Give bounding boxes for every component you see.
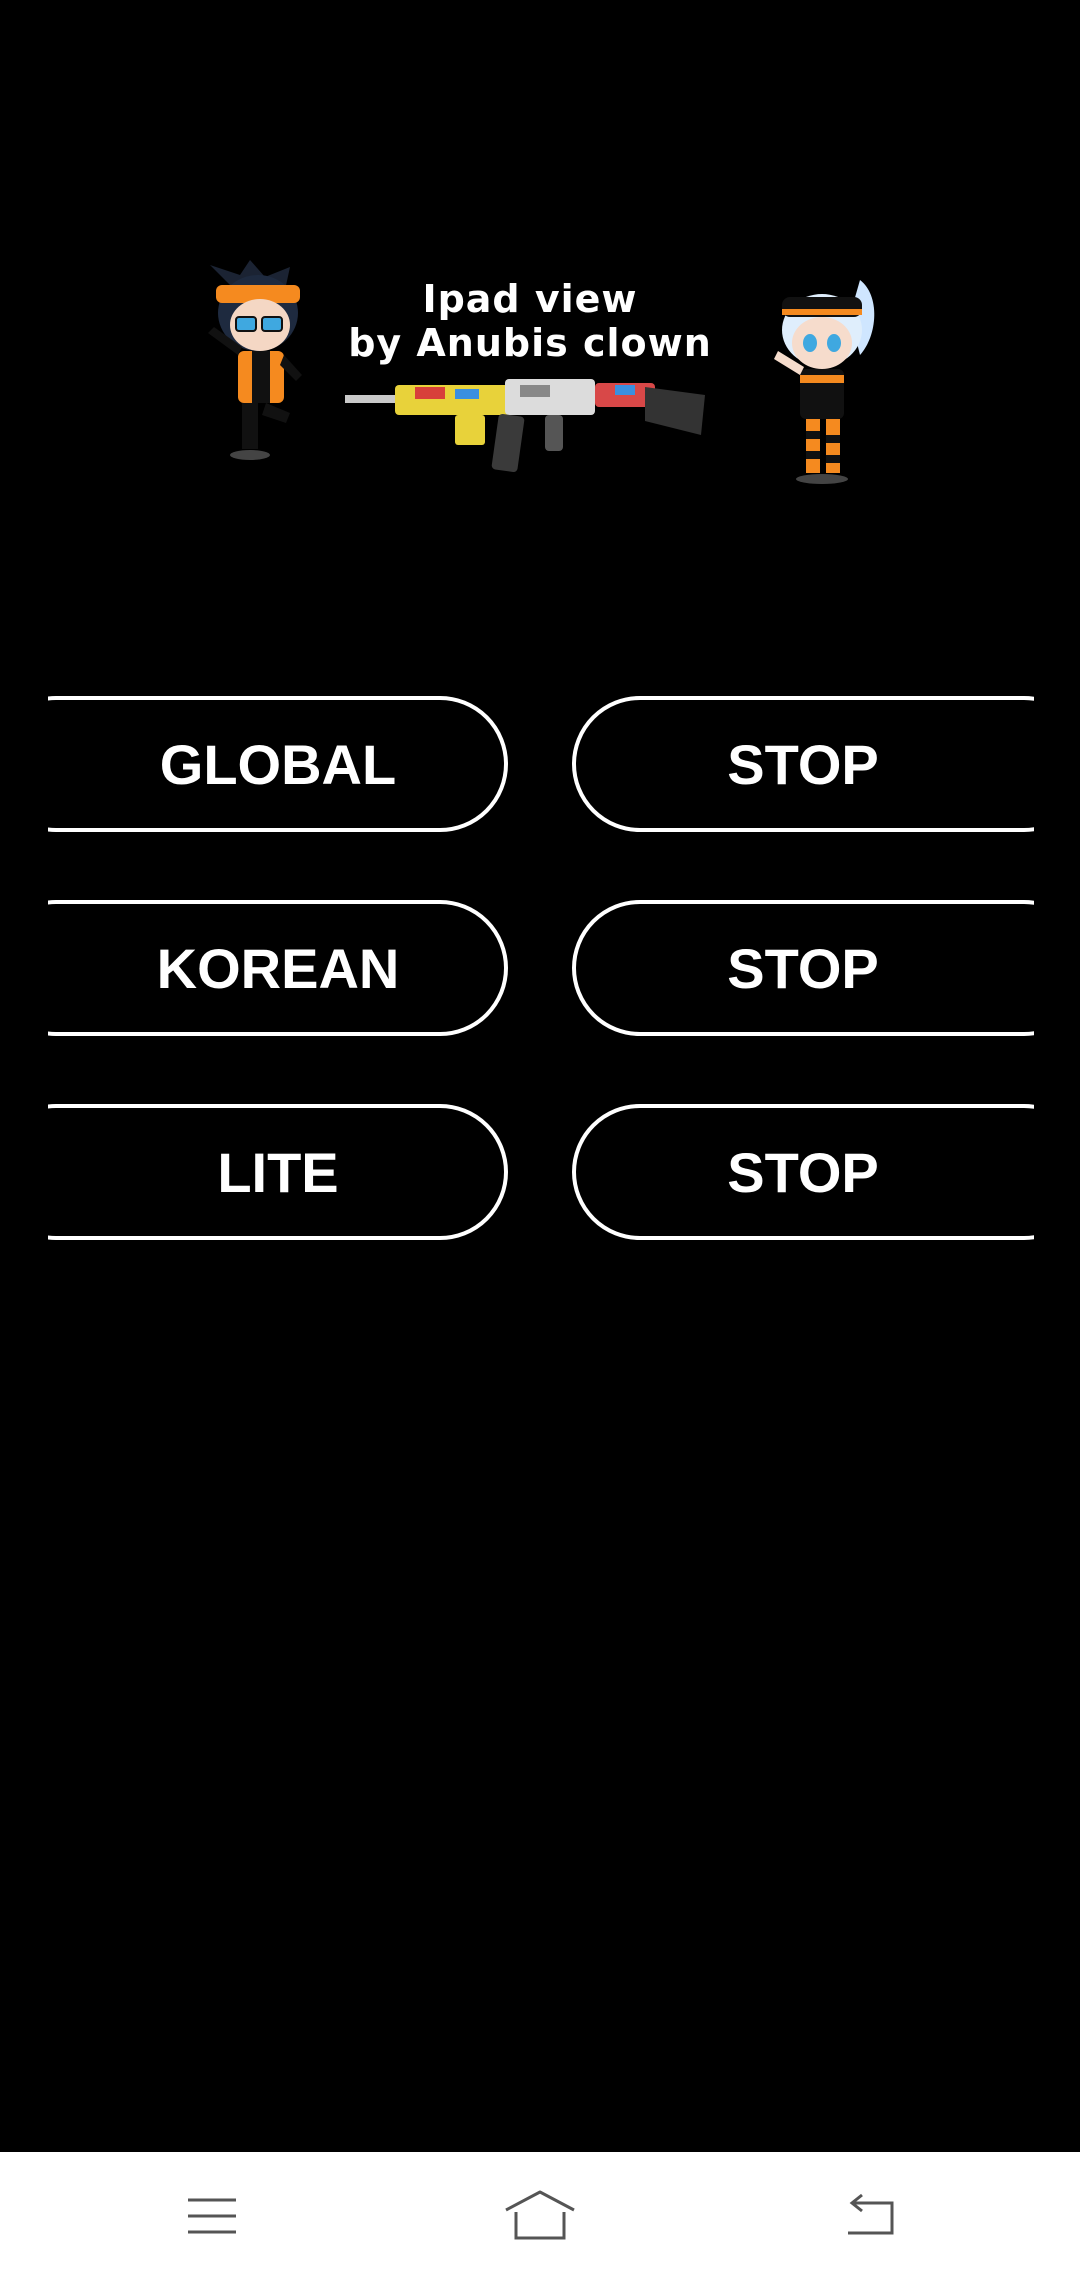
menu-nav-button[interactable] (142, 2152, 282, 2280)
rifle-image (345, 379, 705, 473)
banner-title-line2: by Anubis clown (348, 321, 712, 365)
app-screen: Ipad view by Anubis clown GLOBAL STOP KO… (0, 0, 1080, 2280)
menu-icon (188, 2198, 236, 2234)
lite-stop-button[interactable]: STOP (572, 1104, 1034, 1240)
global-stop-button[interactable]: STOP (572, 696, 1034, 832)
korean-stop-button-container: STOP (572, 900, 1034, 1044)
global-button[interactable]: GLOBAL (48, 696, 508, 832)
korean-button[interactable]: KOREAN (48, 900, 508, 1036)
lite-button[interactable]: LITE (48, 1104, 508, 1240)
home-icon (505, 2190, 575, 2240)
right-character-image (774, 280, 875, 484)
korean-button-container: KOREAN (48, 900, 510, 1044)
back-icon (848, 2193, 894, 2235)
back-nav-button[interactable] (800, 2152, 940, 2280)
global-stop-button-container: STOP (572, 696, 1034, 840)
banner-title: Ipad view by Anubis clown (320, 277, 740, 365)
lite-stop-button-container: STOP (572, 1104, 1034, 1248)
system-navigation-bar (0, 2152, 1080, 2280)
lite-button-container: LITE (48, 1104, 510, 1248)
korean-stop-button[interactable]: STOP (572, 900, 1034, 1036)
banner-title-line1: Ipad view (422, 277, 638, 321)
home-nav-button[interactable] (470, 2152, 610, 2280)
left-character-image (208, 260, 302, 460)
header-banner: Ipad view by Anubis clown (190, 255, 890, 490)
global-button-container: GLOBAL (48, 696, 510, 840)
